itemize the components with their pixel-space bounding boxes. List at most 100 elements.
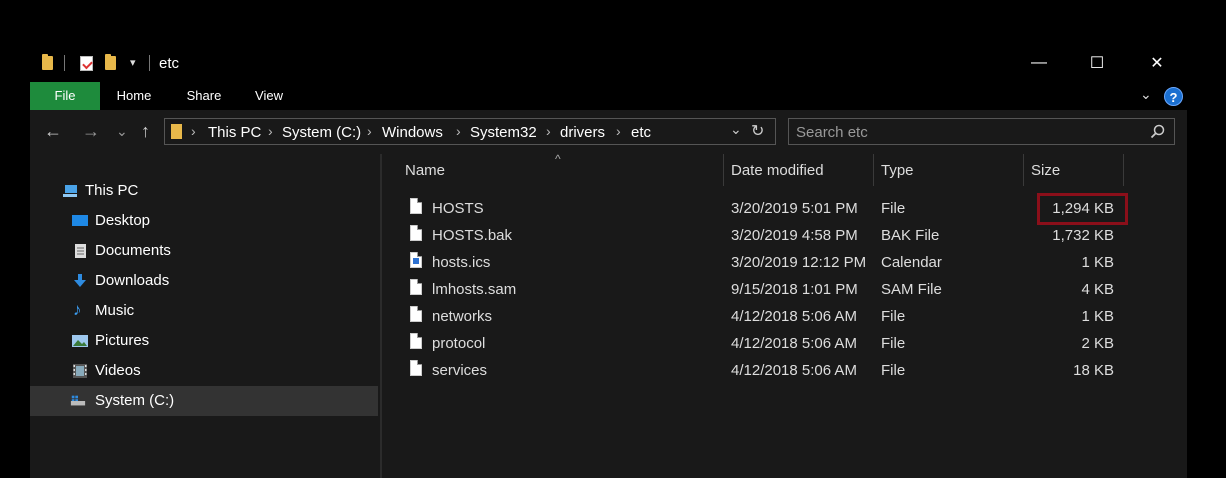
file-icon [410, 198, 422, 214]
size-highlight-annotation [1037, 193, 1128, 225]
sidebar-item-this-pc[interactable]: This PC [30, 176, 378, 206]
table-row[interactable]: HOSTS.bak 3/20/2019 4:58 PM BAK File 1,7… [402, 223, 1122, 250]
file-icon [410, 279, 422, 295]
file-name: HOSTS [432, 200, 484, 217]
back-button[interactable]: ← [44, 120, 62, 142]
breadcrumb-separator[interactable]: › [456, 123, 461, 139]
sidebar-item-label: Videos [95, 362, 141, 379]
tab-view[interactable]: View [240, 82, 298, 110]
breadcrumb-separator[interactable]: › [191, 123, 196, 139]
breadcrumb-separator[interactable]: › [367, 123, 372, 139]
window-background [1187, 44, 1226, 478]
table-row[interactable]: services 4/12/2018 5:06 AM File 18 KB [402, 358, 1122, 385]
table-row[interactable]: networks 4/12/2018 5:06 AM File 1 KB [402, 304, 1122, 331]
file-type: File [881, 362, 906, 379]
breadcrumb-windows[interactable]: Windows [382, 124, 443, 141]
close-button[interactable]: ✕ [1128, 44, 1186, 82]
drive-icon [70, 395, 86, 406]
desktop-icon [72, 215, 88, 226]
column-header-type[interactable]: Type [881, 162, 914, 179]
address-dropdown-icon[interactable]: ⌄ [730, 121, 742, 138]
table-row[interactable]: hosts.ics 3/20/2019 12:12 PM Calendar 1 … [402, 250, 1122, 277]
folder-icon [42, 54, 53, 70]
file-type: Calendar [881, 254, 942, 271]
file-icon [410, 360, 422, 376]
column-header-size[interactable]: Size [1031, 162, 1060, 179]
ribbon-expand-chevron-icon[interactable]: ⌄ [1140, 86, 1152, 103]
sidebar-item-label: Downloads [95, 272, 170, 289]
music-icon: ♪ [73, 300, 82, 319]
address-bar[interactable]: › This PC › System (C:) › Windows › Syst… [164, 118, 776, 145]
file-type: File [881, 200, 906, 217]
file-type: BAK File [881, 227, 940, 244]
maximize-button[interactable]: ☐ [1068, 44, 1126, 82]
new-folder-icon[interactable] [105, 54, 116, 70]
downloads-icon [74, 274, 86, 287]
sidebar-item-label: Music [95, 302, 135, 319]
toolbar-separator [64, 55, 65, 71]
recent-locations-button[interactable]: ⌄ [116, 120, 128, 142]
file-icon [410, 333, 422, 349]
breadcrumb-this-pc[interactable]: This PC [208, 124, 261, 141]
breadcrumb-system32[interactable]: System32 [470, 124, 537, 141]
file-name: networks [432, 308, 493, 325]
file-date-modified: 3/20/2019 12:12 PM [731, 254, 867, 271]
breadcrumb-drivers[interactable]: drivers [560, 124, 605, 141]
table-row[interactable]: lmhosts.sam 9/15/2018 1:01 PM SAM File 4… [402, 277, 1122, 304]
up-button[interactable]: ↑ [141, 120, 150, 142]
sidebar-item-music[interactable]: ♪ Music [30, 296, 378, 326]
ribbon: File Home Share View ⌄ ? [30, 82, 1188, 110]
computer-icon [63, 185, 77, 197]
breadcrumb-separator[interactable]: › [546, 123, 551, 139]
tab-share[interactable]: Share [175, 82, 233, 110]
sidebar-item-pictures[interactable]: Pictures [30, 326, 378, 356]
file-name: protocol [432, 335, 486, 352]
sidebar-item-videos[interactable]: Videos [30, 356, 378, 386]
file-icon [410, 225, 422, 241]
tab-file[interactable]: File [30, 82, 100, 110]
help-button[interactable]: ? [1164, 87, 1183, 106]
title-bar: ▾ etc — ☐ ✕ [30, 44, 1188, 82]
file-name: services [432, 362, 488, 379]
file-size: 1 KB [1081, 308, 1114, 325]
properties-icon[interactable] [80, 56, 93, 71]
file-date-modified: 3/20/2019 4:58 PM [731, 227, 858, 244]
sidebar-item-documents[interactable]: Documents [30, 236, 378, 266]
file-size: 18 KB [1073, 362, 1114, 379]
refresh-icon[interactable]: ↻ [751, 121, 764, 141]
column-header-date-modified[interactable]: Date modified [731, 162, 824, 179]
sort-ascending-icon: ^ [555, 152, 561, 166]
file-date-modified: 4/12/2018 5:06 AM [731, 308, 857, 325]
videos-icon [73, 364, 87, 378]
file-icon [410, 306, 422, 322]
documents-icon [75, 244, 86, 258]
sidebar-item-label: System (C:) [95, 392, 175, 409]
file-type: SAM File [881, 281, 942, 298]
calendar-file-icon [410, 252, 422, 268]
minimize-button[interactable]: — [1010, 44, 1068, 82]
customize-dropdown-icon[interactable]: ▾ [130, 56, 136, 69]
file-size: 4 KB [1081, 281, 1114, 298]
sidebar-item-downloads[interactable]: Downloads [30, 266, 378, 296]
breadcrumb-etc[interactable]: etc [631, 124, 651, 141]
table-row[interactable]: protocol 4/12/2018 5:06 AM File 2 KB [402, 331, 1122, 358]
sidebar-item-desktop[interactable]: Desktop [30, 206, 378, 236]
sidebar-item-system-c[interactable]: System (C:) [30, 386, 378, 416]
forward-button[interactable]: → [82, 120, 100, 142]
file-name: hosts.ics [432, 254, 491, 271]
breadcrumb-separator[interactable]: › [616, 123, 621, 139]
table-row[interactable]: HOSTS 3/20/2019 5:01 PM File 1,294 KB [402, 196, 1122, 223]
column-divider[interactable] [873, 154, 874, 186]
column-divider[interactable] [1023, 154, 1024, 186]
breadcrumb-system-c[interactable]: System (C:) [282, 124, 361, 141]
file-size: 2 KB [1081, 335, 1114, 352]
navigation-pane: This PC Desktop Documents Downloads ♪ Mu… [30, 154, 380, 478]
tab-home[interactable]: Home [105, 82, 163, 110]
search-input[interactable]: Search etc [788, 118, 1175, 145]
navigation-bar: ← → ⌄ ↑ › This PC › System (C:) › Window… [30, 110, 1188, 154]
breadcrumb-separator[interactable]: › [268, 123, 273, 139]
column-header-name[interactable]: Name [405, 162, 445, 179]
column-divider[interactable] [723, 154, 724, 186]
pictures-icon [72, 335, 88, 347]
column-divider[interactable] [1123, 154, 1124, 186]
